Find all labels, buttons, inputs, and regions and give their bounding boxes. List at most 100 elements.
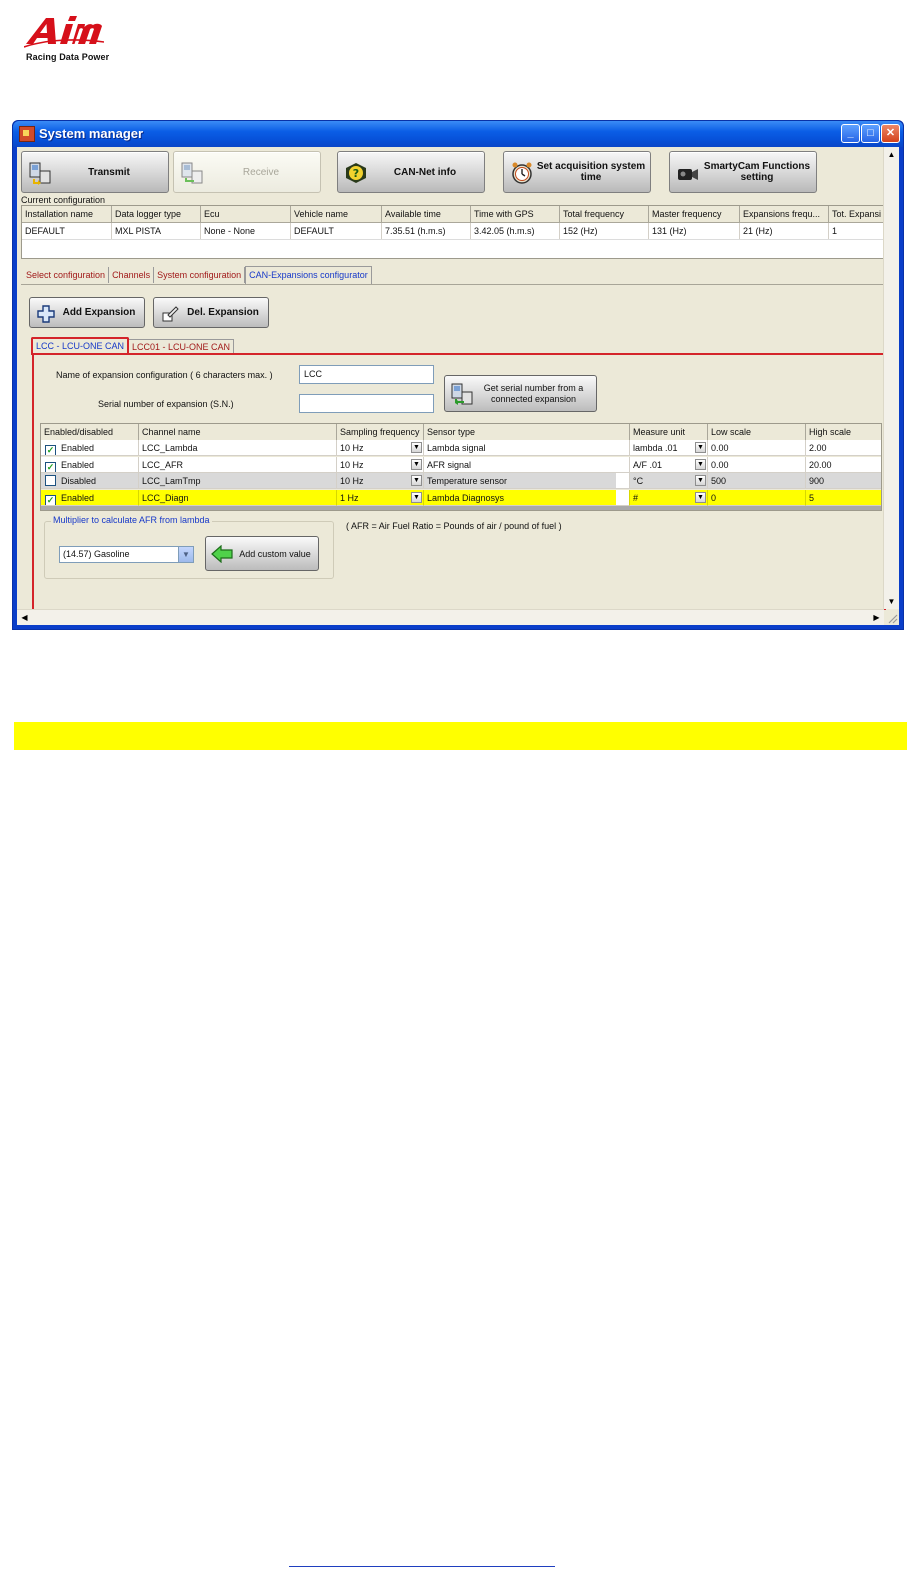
tab-system-configuration[interactable]: System configuration	[154, 267, 246, 283]
transmit-button[interactable]: Transmit	[21, 151, 169, 193]
enabled-checkbox[interactable]: ✓	[45, 461, 56, 472]
configuration-column-header[interactable]: Data logger type	[112, 206, 201, 222]
expansion-tabs: LCC - LCU-ONE CAN LCC01 - LCU-ONE CAN	[31, 337, 235, 355]
configuration-column-header[interactable]: Available time	[382, 206, 471, 222]
channels-column-header[interactable]: Measure unit	[630, 424, 708, 440]
tab-select-configuration[interactable]: Select configuration	[23, 267, 110, 283]
afr-note: ( AFR = Air Fuel Ratio = Pounds of air /…	[346, 521, 562, 531]
serial-number-input[interactable]	[299, 394, 434, 413]
tab-can-expansions-configurator[interactable]: CAN-Expansions configurator	[245, 266, 372, 285]
configuration-column-header[interactable]: Vehicle name	[291, 206, 382, 222]
close-button[interactable]: ✕	[881, 124, 900, 143]
configuration-column-header[interactable]: Tot. Expansi	[829, 206, 886, 222]
chevron-down-icon[interactable]: ▼	[178, 547, 193, 562]
vertical-scrollbar[interactable]: ▲ ▼	[883, 147, 899, 609]
configuration-column-header[interactable]: Total frequency	[560, 206, 649, 222]
scroll-down-arrow-icon[interactable]: ▼	[885, 595, 898, 608]
configuration-column-header[interactable]: Ecu	[201, 206, 291, 222]
channel-cell-state[interactable]: ✓ Enabled	[41, 489, 139, 506]
fuel-multiplier-select[interactable]: (14.57) Gasoline ▼	[59, 546, 194, 563]
receive-button[interactable]: Receive	[173, 151, 321, 193]
channel-cell-unit[interactable]: °C ▼	[630, 473, 708, 489]
channel-cell-unit[interactable]: # ▼	[630, 489, 708, 506]
delete-expansion-button[interactable]: Del. Expansion	[153, 297, 269, 328]
channel-cell-low: 0.00	[708, 440, 806, 456]
expansion-name-input[interactable]: LCC	[299, 365, 434, 384]
channel-name-text: LCC_AFR	[142, 459, 184, 470]
scroll-left-arrow-icon[interactable]: ◀	[18, 611, 31, 624]
channel-sensor-text: Lambda signal	[427, 443, 486, 453]
delete-expansion-label: Del. Expansion	[187, 307, 259, 318]
resize-grip-icon[interactable]	[884, 610, 899, 625]
channels-column-header[interactable]: Sensor type	[424, 424, 630, 440]
set-time-button[interactable]: Set acquisition system time	[503, 151, 651, 193]
aim-logo-mark	[24, 16, 104, 48]
dropdown-arrow-icon[interactable]: ▼	[695, 442, 706, 453]
configuration-table[interactable]: Installation name Data logger type Ecu Vehi…	[21, 205, 887, 259]
channel-cell-low: 0	[708, 489, 806, 506]
channel-cell-state[interactable]: ✓ Enabled	[41, 456, 139, 473]
channel-low-text: 0.00	[711, 459, 729, 470]
channel-high-text: 20.00	[809, 459, 832, 470]
fuel-multiplier-value: (14.57) Gasoline	[63, 549, 130, 559]
channel-cell-freq[interactable]: 1 Hz ▼	[337, 489, 424, 506]
configuration-cell: DEFAULT	[291, 223, 382, 239]
smartycam-button[interactable]: SmartyCam Functions setting	[669, 151, 817, 193]
channel-row[interactable]: Disabled LCC_LamTmp 10 Hz ▼ Temperature sens…	[41, 473, 881, 489]
transmit-icon	[29, 162, 51, 185]
enabled-checkbox[interactable]	[45, 475, 56, 486]
configuration-header-row: Installation name Data logger type Ecu Vehi…	[22, 206, 886, 223]
channel-cell-low: 500	[708, 473, 806, 489]
channels-column-header[interactable]: Sampling frequency	[337, 424, 424, 440]
enabled-checkbox[interactable]: ✓	[45, 445, 56, 455]
channel-cell-freq[interactable]: 10 Hz ▼	[337, 473, 424, 489]
configuration-column-header[interactable]: Installation name	[22, 206, 112, 222]
channel-cell-freq[interactable]: 10 Hz ▼	[337, 456, 424, 473]
can-net-info-button[interactable]: ? CAN-Net info	[337, 151, 485, 193]
channel-unit-text: °C	[633, 476, 644, 486]
channel-cell-freq[interactable]: 10 Hz ▼	[337, 440, 424, 456]
maximize-button[interactable]: □	[861, 124, 880, 143]
dropdown-arrow-icon[interactable]: ▼	[695, 458, 706, 470]
configuration-column-header[interactable]: Expansions frequ...	[740, 206, 829, 222]
dropdown-arrow-icon[interactable]: ▼	[411, 458, 422, 470]
configuration-cell: 131 (Hz)	[649, 223, 740, 239]
channel-row[interactable]: ✓ Enabled LCC_Lambda 10 Hz ▼ Lambda signal lam…	[41, 440, 881, 456]
current-configuration-label: Current configuration	[21, 195, 106, 205]
channels-column-header[interactable]: Enabled/disabled	[41, 424, 139, 440]
configuration-data-row[interactable]: DEFAULT MXL PISTA None - None DEFAULT 7.35.5…	[22, 223, 886, 240]
channel-row[interactable]: ✓ Enabled LCC_AFR 10 Hz ▼ AFR signal A/F .01 ▼ 0…	[41, 456, 881, 473]
receive-device-icon	[451, 383, 473, 405]
configuration-column-header[interactable]: Time with GPS	[471, 206, 560, 222]
tab-channels[interactable]: Channels	[109, 267, 155, 283]
dropdown-arrow-icon[interactable]: ▼	[411, 491, 422, 503]
footer-link-underline[interactable]	[289, 1566, 555, 1567]
receive-icon	[181, 162, 203, 184]
add-expansion-button[interactable]: Add Expansion	[29, 297, 145, 328]
enabled-checkbox[interactable]: ✓	[45, 494, 56, 505]
channel-row[interactable]: ✓ Enabled LCC_Diagn 1 Hz ▼ Lambda Diagnosys # ▼…	[41, 489, 881, 506]
channels-table[interactable]: Enabled/disabled Channel name Sampling fre…	[40, 423, 882, 511]
dropdown-arrow-icon[interactable]: ▼	[695, 475, 706, 486]
channel-cell-state[interactable]: ✓ Enabled	[41, 440, 139, 456]
horizontal-scrollbar[interactable]: ◀ ▶	[17, 609, 884, 625]
channels-column-header[interactable]: High scale	[806, 424, 881, 440]
configuration-column-header[interactable]: Master frequency	[649, 206, 740, 222]
minimize-button[interactable]: _	[841, 124, 860, 143]
scroll-right-arrow-icon[interactable]: ▶	[870, 611, 883, 624]
channel-cell-unit[interactable]: A/F .01 ▼	[630, 456, 708, 473]
table-empty-area	[41, 506, 881, 510]
channels-column-header[interactable]: Low scale	[708, 424, 806, 440]
channel-cell-state[interactable]: Disabled	[41, 473, 139, 489]
get-serial-number-button[interactable]: Get serial number from a connected expan…	[444, 375, 597, 412]
channels-column-header[interactable]: Channel name	[139, 424, 337, 440]
channel-state-text: Enabled	[61, 459, 95, 470]
add-expansion-label: Add Expansion	[62, 307, 136, 318]
dropdown-arrow-icon[interactable]: ▼	[411, 442, 422, 453]
add-custom-value-button[interactable]: Add custom value	[205, 536, 319, 571]
dropdown-arrow-icon[interactable]: ▼	[411, 475, 422, 486]
title-bar[interactable]: System manager _ □ ✕	[13, 121, 903, 147]
dropdown-arrow-icon[interactable]: ▼	[695, 491, 706, 503]
scroll-up-arrow-icon[interactable]: ▲	[885, 148, 898, 161]
channel-cell-unit[interactable]: lambda .01 ▼	[630, 440, 708, 456]
